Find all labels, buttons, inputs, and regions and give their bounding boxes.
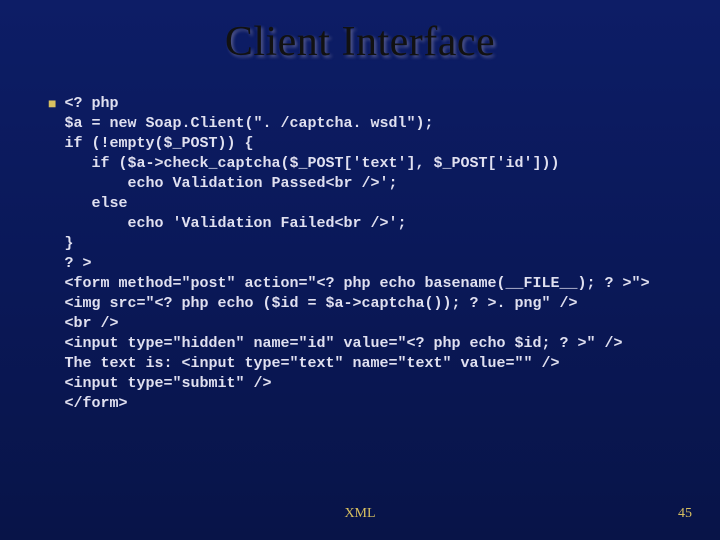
- code-content: <? php $a = new Soap.Client(". /captcha.…: [64, 94, 649, 414]
- code-block: ■ <? php $a = new Soap.Client(". /captch…: [48, 94, 672, 414]
- slide-title: Client Interface: [48, 18, 672, 66]
- page-number: 45: [678, 506, 692, 522]
- footer-label: XML: [0, 506, 720, 522]
- bullet-icon: ■: [48, 95, 56, 115]
- slide: Client Interface ■ <? php $a = new Soap.…: [0, 0, 720, 540]
